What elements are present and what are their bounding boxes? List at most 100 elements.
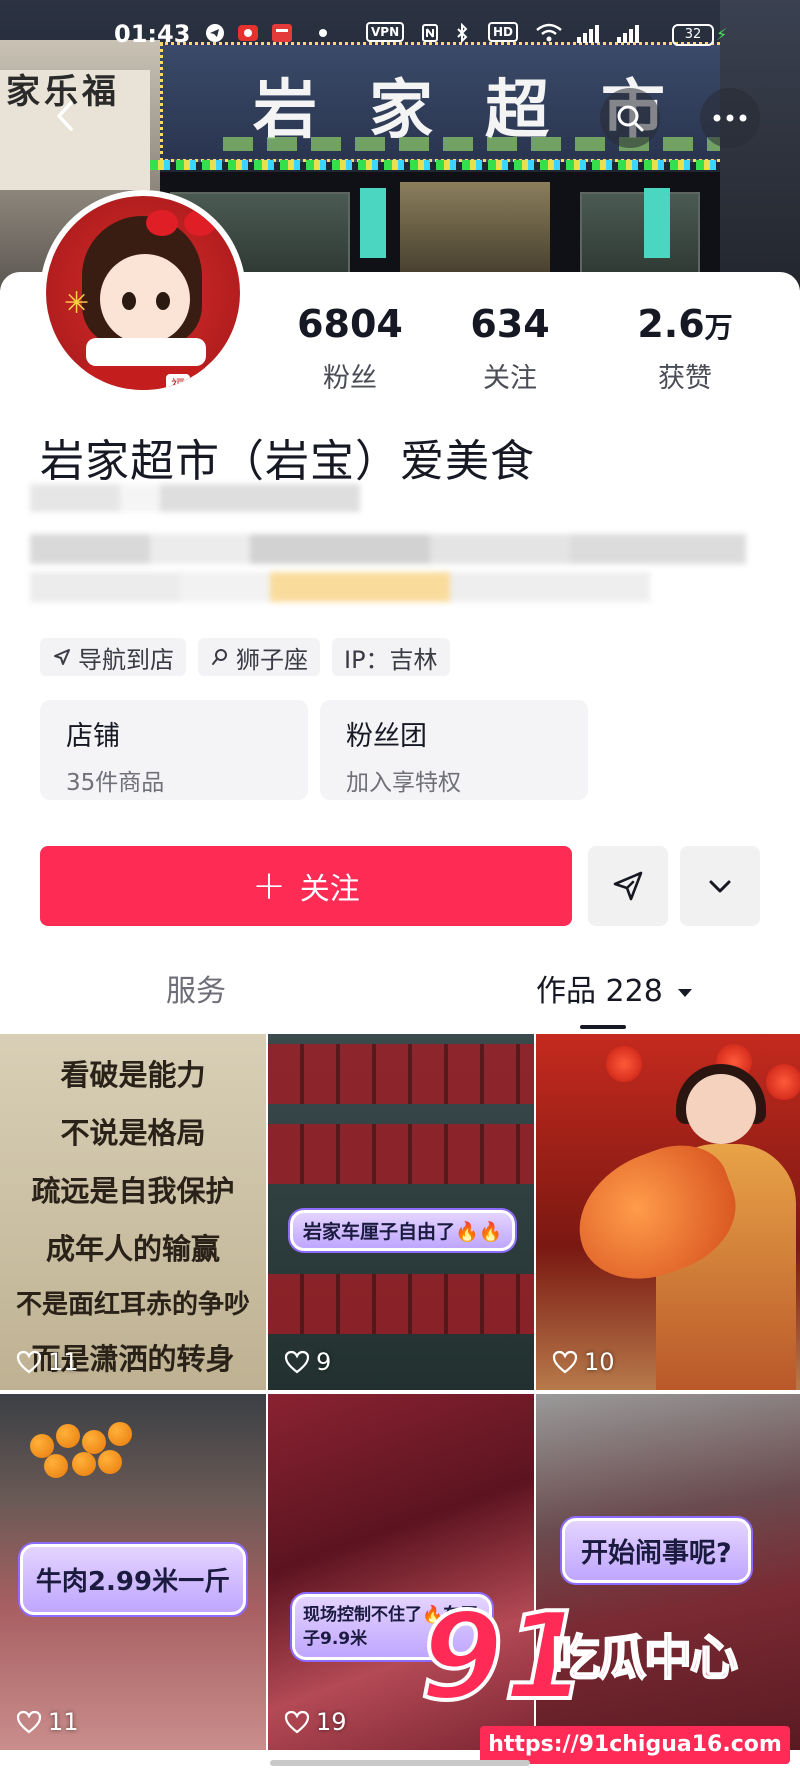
video-thumbnail[interactable]: 10 <box>536 1034 800 1390</box>
video-caption: 开始闹事呢? <box>562 1518 751 1583</box>
like-count: 9 <box>284 1348 331 1376</box>
quote-line: 成年人的输赢 <box>45 1232 220 1266</box>
watermark-name: 吃瓜中心 <box>551 1629 739 1687</box>
video-thumbnail[interactable]: 岩家车厘子自由了🔥🔥 9 <box>268 1034 534 1390</box>
stat-likes[interactable]: 2.6万 获赞 <box>610 302 760 395</box>
redacted-bio-line-1 <box>30 534 746 564</box>
tab-services[interactable]: 服务 <box>166 966 226 1010</box>
like-count-value: 19 <box>316 1708 347 1736</box>
search-button[interactable] <box>600 88 660 148</box>
heart-icon <box>16 1350 42 1374</box>
lantern <box>766 1064 800 1100</box>
avatar-scarf <box>86 338 206 366</box>
profile-nickname: 岩家超市（岩宝）爱美食 <box>40 436 535 487</box>
nfc-icon <box>420 22 440 44</box>
banner-led-strip <box>150 160 790 170</box>
back-button[interactable] <box>36 86 96 146</box>
video-thumbnail[interactable]: 看破是能力 不说是格局 疏远是自我保护 成年人的输赢 不是面红耳赤的争吵 而是潇… <box>0 1034 266 1390</box>
telegram-icon <box>204 22 226 44</box>
like-count: 10 <box>552 1348 615 1376</box>
status-bar: 01:43 VPN HD 32 ⚡ <box>0 14 800 54</box>
avatar-face <box>100 254 190 344</box>
vpn-badge: VPN <box>366 22 405 42</box>
stat-following[interactable]: 634 关注 <box>440 302 580 395</box>
wifi-icon <box>534 22 564 44</box>
shelf-image <box>268 1274 534 1334</box>
battery-indicator: 32 <box>672 24 714 46</box>
shop-card[interactable]: 店铺 35件商品 <box>40 700 308 800</box>
stat-likes-value: 2.6万 <box>637 302 733 346</box>
sparkler-icon: ✳ <box>64 286 90 321</box>
more-options-button[interactable] <box>700 88 760 148</box>
shelf-image <box>268 1124 534 1184</box>
caret-down-icon <box>678 988 693 997</box>
avatar-eye <box>156 292 170 310</box>
message-button[interactable] <box>588 846 668 926</box>
chevron-left-icon <box>57 101 73 131</box>
heart-icon <box>284 1710 310 1734</box>
heart-icon <box>284 1350 310 1374</box>
like-count-value: 11 <box>48 1348 79 1376</box>
tag-navigate-to-store[interactable]: 导航到店 <box>40 638 186 676</box>
heart-icon <box>16 1710 42 1734</box>
tag-ip-location: IP：吉林 <box>332 638 450 676</box>
orange <box>72 1452 96 1476</box>
site-watermark: 91 吃瓜中心 https://91chigua16.com <box>400 1596 800 1774</box>
quote-line: 疏远是自我保护 <box>31 1174 235 1208</box>
news-app-icon <box>270 22 294 44</box>
fan-club-card-subtitle: 加入享特权 <box>346 770 461 796</box>
shelf-image <box>268 1044 534 1104</box>
shop-card-title: 店铺 <box>66 721 120 752</box>
orange <box>44 1454 68 1478</box>
like-count-value: 11 <box>48 1708 79 1736</box>
tag-zodiac[interactable]: 狮子座 <box>198 638 320 676</box>
chevron-down-icon <box>709 880 731 893</box>
stat-followers-value: 6804 <box>297 302 403 346</box>
shop-poster <box>360 188 386 258</box>
video-caption: 牛肉2.99米一斤 <box>20 1544 246 1615</box>
home-indicator[interactable] <box>270 1760 530 1766</box>
shop-poster <box>644 188 670 258</box>
tab-works[interactable]: 作品 228 <box>536 966 694 1010</box>
follow-button[interactable]: + 关注 <box>40 846 572 926</box>
tab-works-label: 作品 228 <box>536 974 663 1009</box>
plus-icon: + <box>252 863 286 909</box>
tag-label: IP：吉林 <box>344 645 438 674</box>
more-dots-icon <box>713 114 747 122</box>
avatar-eye <box>122 292 136 310</box>
tag-label: 狮子座 <box>236 645 308 674</box>
redacted-bio-line-2 <box>30 572 650 602</box>
like-count-value: 9 <box>316 1348 332 1376</box>
follow-button-label: 关注 <box>299 872 360 907</box>
more-actions-button[interactable] <box>680 846 760 926</box>
stat-followers[interactable]: 6804 粉丝 <box>270 302 430 395</box>
quote-line: 不是面红耳赤的争吵 <box>15 1290 250 1320</box>
quote-line: 看破是能力 <box>60 1058 206 1092</box>
like-count: 11 <box>16 1708 79 1736</box>
app-notification-icon <box>236 22 260 44</box>
signal-icon <box>574 22 604 44</box>
orange <box>108 1422 132 1446</box>
search-icon <box>617 105 644 132</box>
avatar-bow <box>146 210 216 240</box>
signal-icon-2 <box>614 22 644 44</box>
send-icon <box>613 871 643 901</box>
status-time: 01:43 <box>114 20 191 48</box>
hd-badge: HD <box>488 22 519 42</box>
watermark-url: https://91chigua16.com <box>480 1726 790 1764</box>
redacted-account-id <box>30 484 360 512</box>
stat-followers-label: 粉丝 <box>323 363 377 394</box>
quote-line: 不说是格局 <box>60 1116 206 1150</box>
like-count-value: 10 <box>584 1348 615 1376</box>
video-caption: 岩家车厘子自由了🔥🔥 <box>290 1210 516 1251</box>
like-count: 19 <box>284 1708 347 1736</box>
banner-store-sign: 岩家超市 <box>160 42 780 162</box>
fan-club-card[interactable]: 粉丝团 加入享特权 <box>320 700 588 800</box>
avatar[interactable]: 福 ✳ <box>40 190 246 396</box>
lantern <box>606 1046 642 1082</box>
thumbnail-figure-face <box>686 1074 756 1144</box>
profile-tags: 导航到店 狮子座 IP：吉林 <box>40 638 450 676</box>
navigation-icon <box>54 649 70 665</box>
video-thumbnail[interactable]: 牛肉2.99米一斤 11 <box>0 1394 266 1750</box>
orange <box>82 1430 106 1454</box>
